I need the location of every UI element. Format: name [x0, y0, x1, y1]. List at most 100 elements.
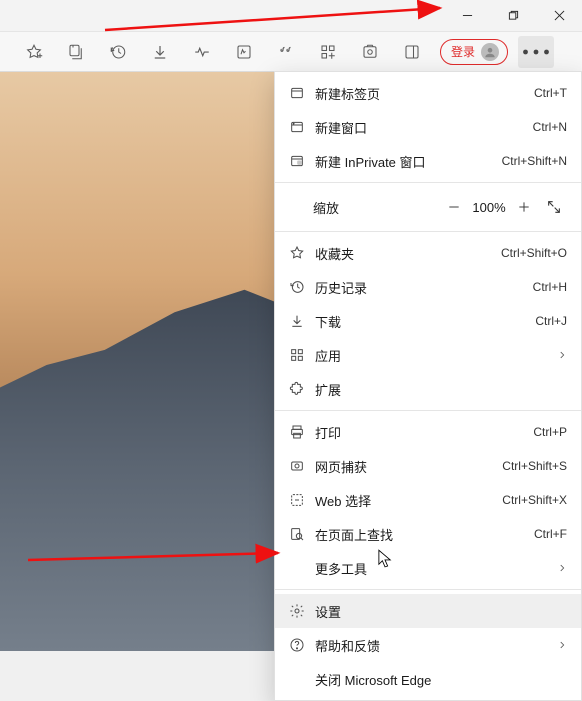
- settings-and-more-menu: 新建标签页 Ctrl+T 新建窗口 Ctrl+N 新建 InPrivate 窗口…: [274, 71, 582, 701]
- menu-shortcut: Ctrl+T: [534, 86, 567, 100]
- chevron-right-icon: [557, 561, 567, 576]
- puzzle-icon: [289, 381, 315, 397]
- inprivate-icon: [289, 153, 315, 169]
- zoom-in-button[interactable]: [509, 192, 539, 222]
- zoom-label: 缩放: [313, 198, 439, 217]
- menu-label: 打印: [315, 423, 533, 442]
- menu-shortcut: Ctrl+H: [533, 280, 567, 294]
- printer-icon: [289, 424, 315, 440]
- browser-toolbar: 登录: [0, 32, 582, 72]
- history-icon: [109, 43, 127, 61]
- citations-button[interactable]: [266, 35, 306, 69]
- menu-item-more-tools[interactable]: 更多工具: [275, 551, 581, 585]
- new-window-icon: [289, 119, 315, 135]
- menu-label: 扩展: [315, 380, 567, 399]
- menu-separator: [275, 182, 581, 183]
- menu-label: 在页面上查找: [315, 525, 534, 544]
- menu-item-apps[interactable]: 应用: [275, 338, 581, 372]
- fullscreen-icon: [546, 199, 562, 215]
- fullscreen-button[interactable]: [539, 192, 569, 222]
- menu-item-settings[interactable]: 设置: [275, 594, 581, 628]
- favorites-star-button[interactable]: [14, 35, 54, 69]
- math-solver-button[interactable]: [224, 35, 264, 69]
- web-capture-button[interactable]: [350, 35, 390, 69]
- apps-button[interactable]: [308, 35, 348, 69]
- menu-item-downloads[interactable]: 下载 Ctrl+J: [275, 304, 581, 338]
- menu-item-find[interactable]: 在页面上查找 Ctrl+F: [275, 517, 581, 551]
- download-icon: [151, 43, 169, 61]
- close-icon: [554, 10, 565, 21]
- menu-item-history[interactable]: 历史记录 Ctrl+H: [275, 270, 581, 304]
- chevron-right-icon: [557, 348, 567, 363]
- login-button[interactable]: 登录: [440, 39, 508, 65]
- chevron-right-icon: [557, 638, 567, 653]
- menu-item-zoom: 缩放 100%: [275, 187, 581, 227]
- window-titlebar: [0, 0, 582, 32]
- menu-label: 新建窗口: [315, 118, 533, 137]
- apps-grid-icon: [319, 43, 337, 61]
- new-tab-icon: [289, 85, 315, 101]
- find-icon: [289, 526, 315, 542]
- menu-item-favorites[interactable]: 收藏夹 Ctrl+Shift+O: [275, 236, 581, 270]
- menu-label: 新建标签页: [315, 84, 534, 103]
- menu-separator: [275, 231, 581, 232]
- plus-icon: [517, 200, 531, 214]
- minus-icon: [447, 200, 461, 214]
- menu-shortcut: Ctrl+Shift+S: [502, 459, 567, 473]
- apps-icon: [289, 347, 315, 363]
- capture-icon: [289, 458, 315, 474]
- restore-icon: [508, 10, 519, 21]
- gear-icon: [289, 603, 315, 619]
- sidebar-icon: [403, 43, 421, 61]
- star-plus-icon: [25, 43, 43, 61]
- menu-shortcut: Ctrl+F: [534, 527, 567, 541]
- collections-button[interactable]: [56, 35, 96, 69]
- menu-label: 设置: [315, 602, 567, 621]
- window-restore-button[interactable]: [490, 0, 536, 31]
- menu-shortcut: Ctrl+Shift+O: [501, 246, 567, 260]
- menu-label: 帮助和反馈: [315, 636, 557, 655]
- menu-item-print[interactable]: 打印 Ctrl+P: [275, 415, 581, 449]
- menu-item-extensions[interactable]: 扩展: [275, 372, 581, 406]
- window-close-button[interactable]: [536, 0, 582, 31]
- star-icon: [289, 245, 315, 261]
- math-icon: [235, 43, 253, 61]
- settings-and-more-button[interactable]: [518, 36, 554, 68]
- menu-label: Web 选择: [315, 491, 502, 510]
- collections-icon: [67, 43, 85, 61]
- web-select-icon: [289, 492, 315, 508]
- download-icon: [289, 313, 315, 329]
- heartbeat-icon: [193, 43, 211, 61]
- zoom-value: 100%: [469, 200, 509, 215]
- menu-label: 应用: [315, 346, 557, 365]
- menu-item-new-window[interactable]: 新建窗口 Ctrl+N: [275, 110, 581, 144]
- history-button[interactable]: [98, 35, 138, 69]
- window-minimize-button[interactable]: [444, 0, 490, 31]
- menu-item-web-select[interactable]: Web 选择 Ctrl+Shift+X: [275, 483, 581, 517]
- menu-label: 网页捕获: [315, 457, 502, 476]
- menu-separator: [275, 410, 581, 411]
- capture-icon: [361, 43, 379, 61]
- menu-label: 下载: [315, 312, 535, 331]
- menu-item-new-inprivate[interactable]: 新建 InPrivate 窗口 Ctrl+Shift+N: [275, 144, 581, 178]
- menu-item-web-capture[interactable]: 网页捕获 Ctrl+Shift+S: [275, 449, 581, 483]
- menu-shortcut: Ctrl+N: [533, 120, 567, 134]
- avatar-icon: [481, 43, 499, 61]
- menu-shortcut: Ctrl+Shift+X: [502, 493, 567, 507]
- minimize-icon: [462, 10, 473, 21]
- ellipsis-icon: [518, 34, 554, 70]
- downloads-button[interactable]: [140, 35, 180, 69]
- sidebar-button[interactable]: [392, 35, 432, 69]
- performance-button[interactable]: [182, 35, 222, 69]
- menu-item-close-edge[interactable]: 关闭 Microsoft Edge: [275, 662, 581, 696]
- menu-label: 关闭 Microsoft Edge: [315, 670, 567, 689]
- menu-shortcut: Ctrl+J: [535, 314, 567, 328]
- menu-shortcut: Ctrl+P: [533, 425, 567, 439]
- menu-label: 收藏夹: [315, 244, 501, 263]
- login-label: 登录: [451, 43, 475, 60]
- menu-item-new-tab[interactable]: 新建标签页 Ctrl+T: [275, 76, 581, 110]
- zoom-out-button[interactable]: [439, 192, 469, 222]
- menu-item-help[interactable]: 帮助和反馈: [275, 628, 581, 662]
- menu-label: 更多工具: [315, 559, 557, 578]
- history-icon: [289, 279, 315, 295]
